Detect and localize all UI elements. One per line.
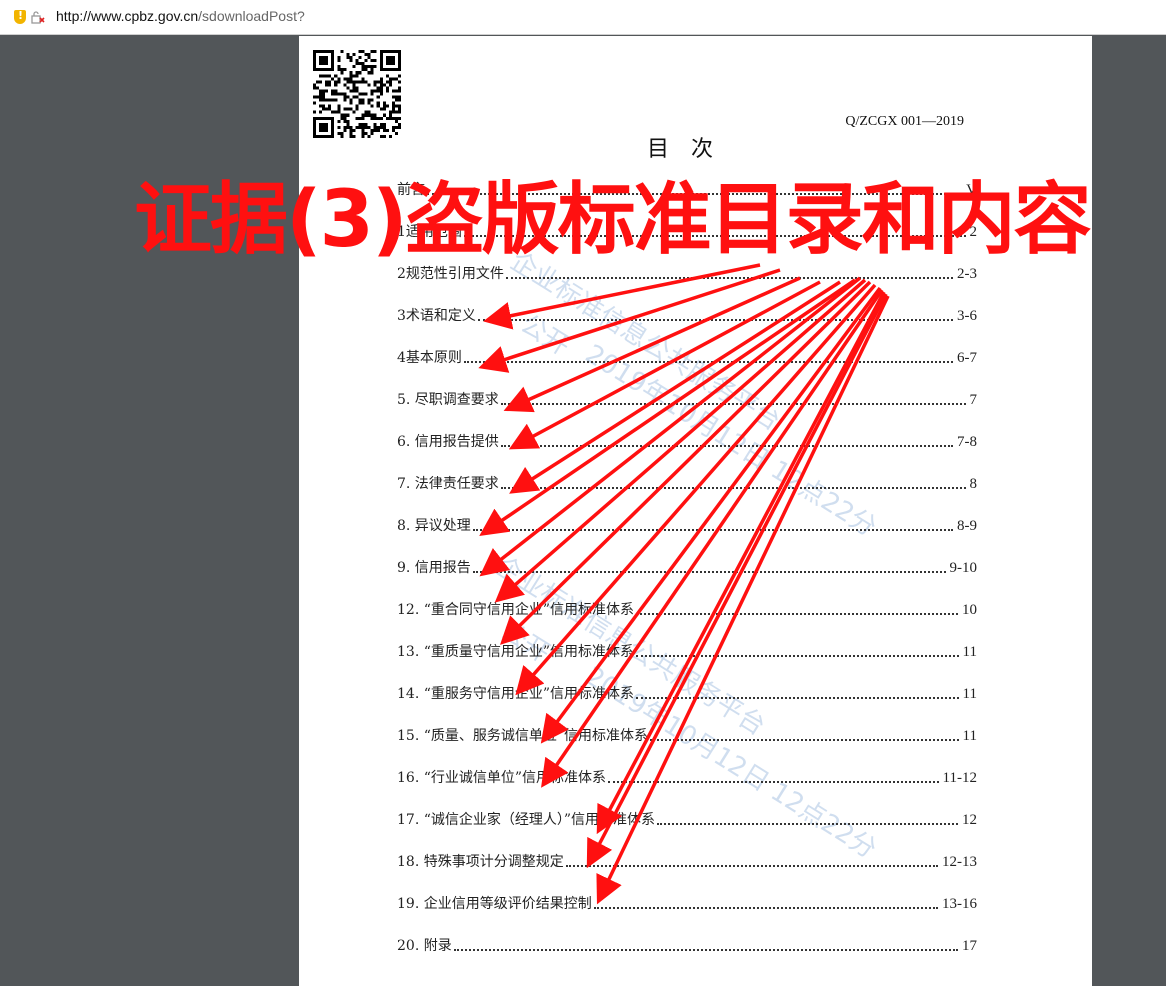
toc-leader-dots	[500, 487, 966, 489]
toc-entry-page: 7-8	[957, 434, 977, 450]
toc-entry-label: 14. “重服务守信用企业”信用标准体系	[397, 686, 635, 702]
toc-leader-dots	[500, 445, 953, 447]
toc-entry-label: 9. 信用报告	[397, 560, 471, 576]
toc-leader-dots	[505, 277, 953, 279]
toc-entry-label: 19. 企业信用等级评价结果控制	[397, 896, 592, 912]
toc-entry-page: 11-12	[942, 770, 977, 786]
toc-entry[interactable]: 5. 尽职调查要求 7	[397, 389, 977, 409]
toc-entry-label: 5. 尽职调查要求	[397, 392, 499, 408]
toc-entry[interactable]: 19. 企业信用等级评价结果控制 13-16	[397, 893, 977, 913]
toc-entry-label: 13. “重质量守信用企业”信用标准体系	[397, 644, 635, 660]
toc-entry[interactable]: 8. 异议处理 8-9	[397, 515, 977, 535]
toc-entry-label: 20. 附录	[397, 938, 452, 954]
toc-entry[interactable]: 4基本原则 6-7	[397, 347, 977, 367]
toc-entry[interactable]: 14. “重服务守信用企业”信用标准体系 11	[397, 683, 977, 703]
toc-entry-page: 2-3	[957, 266, 977, 282]
toc-entry-label: 18. 特殊事项计分调整规定	[397, 854, 564, 870]
annotation-headline: 证据(3)盗版标准目录和内容	[134, 175, 1092, 265]
toc-entry[interactable]: 6. 信用报告提供 7-8	[397, 431, 977, 451]
toc-entry[interactable]: 16. “行业诚信单位”信用标准体系 11-12	[397, 767, 977, 787]
toc-leader-dots	[500, 403, 966, 405]
toc-entry[interactable]: 9. 信用报告 9-10	[397, 557, 977, 577]
toc-entry[interactable]: 3术语和定义 3-6	[397, 305, 977, 325]
toc-leader-dots	[657, 823, 958, 825]
toc-entry-page: 3-6	[957, 308, 977, 324]
toc-leader-dots	[608, 781, 939, 783]
toc-entry-label: 15. “质量、服务诚信单位”信用标准体系	[397, 728, 649, 744]
toc-entry-page: 12	[962, 812, 977, 828]
toc-entry-label: 16. “行业诚信单位”信用标准体系	[397, 770, 607, 786]
toc-entry[interactable]: 20. 附录 17	[397, 935, 977, 955]
toc-entry-label: 3术语和定义	[397, 308, 476, 324]
toc-leader-dots	[472, 571, 946, 573]
toc-leader-dots	[565, 865, 938, 867]
toc-leader-dots	[650, 739, 959, 741]
toc-entry[interactable]: 13. “重质量守信用企业”信用标准体系 11	[397, 641, 977, 661]
toc-entry-page: 7	[969, 392, 978, 408]
toc-entry[interactable]: 17. “诚信企业家（经理人）”信用标准体系 12	[397, 809, 977, 829]
toc-entry[interactable]: 7. 法律责任要求 8	[397, 473, 977, 493]
url-path: /sdownloadPost?	[198, 8, 305, 24]
toc-leader-dots	[636, 613, 958, 615]
toc-entry-label: 7. 法律责任要求	[397, 476, 499, 492]
toc-entry-page: 11	[962, 728, 977, 744]
toc-entry-page: 6-7	[957, 350, 977, 366]
toc-entry-page: 11	[962, 686, 977, 702]
toc-entry-page: 12-13	[942, 854, 977, 870]
toc-leader-dots	[463, 361, 953, 363]
toc-leader-dots	[453, 949, 958, 951]
url-text[interactable]: http://www.cpbz.gov.cn/sdownloadPost?	[56, 8, 305, 24]
toc-entry-page: 8	[969, 476, 978, 492]
toc-leader-dots	[593, 907, 938, 909]
toc-entry-page: 17	[962, 938, 977, 954]
viewer-right-margin	[1092, 36, 1166, 986]
url-domain: http://www.cpbz.gov.cn	[56, 8, 199, 24]
address-bar[interactable]: http://www.cpbz.gov.cn/sdownloadPost?	[0, 0, 1166, 35]
toc-entry-page: 8-9	[957, 518, 977, 534]
toc-leader-dots	[477, 319, 953, 321]
toc-entry-page: 10	[962, 602, 977, 618]
toc-entry-page: 9-10	[949, 560, 978, 576]
toc-leader-dots	[472, 529, 953, 531]
toc-entry[interactable]: 12. “重合同守信用企业”信用标准体系 10	[397, 599, 977, 619]
toc-entry-label: 4基本原则	[397, 350, 462, 366]
toc-entry-label: 17. “诚信企业家（经理人）”信用标准体系	[397, 812, 656, 828]
shield-warning-icon[interactable]	[14, 9, 26, 24]
toc-leader-dots	[636, 655, 959, 657]
broken-lock-icon[interactable]	[31, 10, 45, 24]
toc-entry-page: 13-16	[942, 896, 977, 912]
toc-entry-page: 11	[962, 644, 977, 660]
toc-entry[interactable]: 18. 特殊事项计分调整规定 12-13	[397, 851, 977, 871]
toc-leader-dots	[636, 697, 959, 699]
toc-entry[interactable]: 15. “质量、服务诚信单位”信用标准体系 11	[397, 725, 977, 745]
toc-entry-label: 6. 信用报告提供	[397, 434, 499, 450]
toc-entry-label: 8. 异议处理	[397, 518, 471, 534]
toc-entry-label: 12. “重合同守信用企业”信用标准体系	[397, 602, 635, 618]
